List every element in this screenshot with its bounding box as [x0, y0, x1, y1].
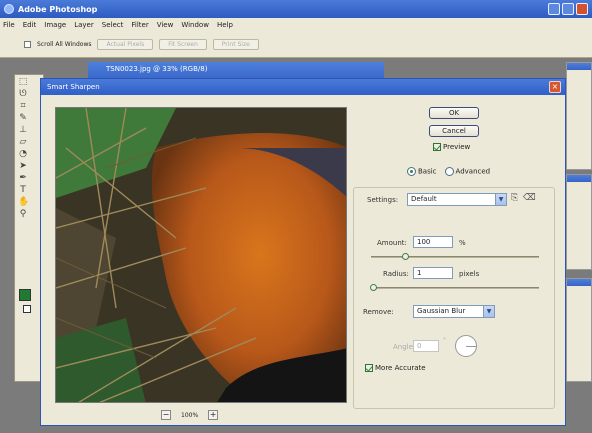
- dialog-close-button[interactable]: ×: [549, 81, 561, 93]
- chevron-down-icon: ▼: [483, 306, 494, 317]
- remove-label: Remove:: [363, 308, 394, 316]
- cancel-button[interactable]: Cancel: [429, 125, 479, 137]
- zoom-in-button[interactable]: +: [208, 410, 219, 420]
- app-titlebar: Adobe Photoshop: [0, 0, 592, 18]
- chevron-down-icon: ▼: [495, 194, 506, 205]
- delete-settings-icon[interactable]: ⌫: [523, 193, 536, 203]
- eraser-tool-icon[interactable]: ▱: [18, 137, 28, 147]
- preview-label: Preview: [443, 143, 471, 151]
- basic-option[interactable]: Basic: [407, 167, 437, 176]
- maximize-button[interactable]: [562, 3, 574, 15]
- close-button[interactable]: [576, 3, 588, 15]
- options-bar: Scroll All Windows Actual Pixels Fit Scr…: [0, 32, 592, 58]
- foreground-color-swatch[interactable]: [19, 289, 31, 301]
- photoshop-app-icon: [4, 4, 14, 14]
- path-tool-icon[interactable]: ➤: [18, 161, 28, 171]
- angle-dial: [455, 335, 477, 357]
- save-settings-icon[interactable]: ⎘: [511, 193, 518, 203]
- radius-slider-track[interactable]: [371, 287, 539, 289]
- scroll-all-label: Scroll All Windows: [37, 41, 92, 48]
- preview-photo: [56, 108, 346, 402]
- crop-tool-icon[interactable]: ⌗: [18, 101, 28, 111]
- panel-color[interactable]: [566, 174, 592, 270]
- remove-dropdown[interactable]: Gaussian Blur ▼: [413, 305, 495, 318]
- menu-edit[interactable]: Edit: [23, 21, 37, 29]
- scroll-all-checkbox[interactable]: [24, 41, 31, 48]
- degree-symbol-icon: °: [443, 337, 446, 344]
- amount-input[interactable]: 100: [413, 236, 453, 248]
- menu-bar: File Edit Image Layer Select Filter View…: [0, 18, 592, 32]
- marquee-tool-icon[interactable]: ⬚: [18, 77, 28, 87]
- stamp-tool-icon[interactable]: ⊥: [18, 125, 28, 135]
- fit-screen-button[interactable]: Fit Screen: [159, 39, 207, 50]
- smart-sharpen-dialog: Smart Sharpen × − 100% + OK Cancel Previ…: [40, 78, 566, 426]
- settings-label: Settings:: [367, 196, 399, 204]
- radius-label: Radius:: [383, 270, 409, 278]
- basic-label: Basic: [418, 167, 437, 176]
- more-accurate-option[interactable]: More Accurate: [365, 364, 426, 372]
- actual-pixels-button[interactable]: Actual Pixels: [97, 39, 154, 50]
- dialog-title: Smart Sharpen: [47, 83, 100, 91]
- advanced-label: Advanced: [455, 167, 491, 176]
- advanced-radio[interactable]: [444, 167, 454, 176]
- zoom-level: 100%: [181, 411, 199, 419]
- menu-view[interactable]: View: [157, 21, 174, 29]
- zoom-out-button[interactable]: −: [161, 410, 171, 420]
- panel-navigator[interactable]: [566, 62, 592, 170]
- preview-option[interactable]: Preview: [433, 143, 470, 151]
- menu-image[interactable]: Image: [44, 21, 66, 29]
- remove-value: Gaussian Blur: [417, 307, 466, 315]
- amount-slider-track[interactable]: [371, 256, 539, 258]
- right-panels: [566, 62, 592, 382]
- dialog-titlebar: Smart Sharpen: [41, 79, 565, 95]
- blur-tool-icon[interactable]: ◔: [18, 149, 28, 159]
- menu-file[interactable]: File: [3, 21, 15, 29]
- menu-filter[interactable]: Filter: [131, 21, 148, 29]
- ok-button[interactable]: OK: [429, 107, 479, 119]
- brush-tool-icon[interactable]: ✎: [18, 113, 28, 123]
- print-size-button[interactable]: Print Size: [212, 39, 259, 50]
- radius-input[interactable]: 1: [413, 267, 453, 279]
- settings-group: [353, 187, 555, 409]
- amount-slider-thumb[interactable]: [401, 253, 409, 260]
- angle-input: 0: [413, 340, 439, 352]
- photoshop-window: Adobe Photoshop File Edit Image Layer Se…: [0, 0, 592, 433]
- amount-label: Amount:: [377, 239, 407, 247]
- angle-label: Angle:: [393, 343, 416, 351]
- advanced-option[interactable]: Advanced: [444, 167, 491, 176]
- radius-slider-thumb[interactable]: [369, 284, 377, 291]
- basic-radio[interactable]: [407, 167, 416, 176]
- preview-checkbox[interactable]: [433, 143, 441, 151]
- document-title: TSN0023.jpg @ 33% (RGB/8): [106, 65, 208, 73]
- settings-value: Default: [411, 195, 437, 203]
- mode-radio-group: Basic Advanced: [407, 167, 490, 176]
- background-color-swatch[interactable]: [23, 305, 31, 313]
- lasso-tool-icon[interactable]: ᘎ: [18, 89, 28, 99]
- menu-select[interactable]: Select: [102, 21, 124, 29]
- minimize-button[interactable]: [548, 3, 560, 15]
- menu-help[interactable]: Help: [217, 21, 233, 29]
- radius-unit: pixels: [459, 270, 480, 278]
- zoom-tool-icon[interactable]: ⚲: [18, 209, 28, 219]
- panel-layers[interactable]: [566, 278, 592, 382]
- hand-tool-icon[interactable]: ✋: [18, 197, 29, 207]
- amount-unit: %: [459, 239, 466, 247]
- text-tool-icon[interactable]: T: [18, 185, 28, 195]
- pen-tool-icon[interactable]: ✒: [18, 173, 28, 183]
- more-accurate-checkbox[interactable]: [365, 364, 373, 372]
- app-title: Adobe Photoshop: [18, 4, 98, 14]
- settings-dropdown[interactable]: Default ▼: [407, 193, 507, 206]
- menu-layer[interactable]: Layer: [74, 21, 94, 29]
- preview-image[interactable]: [55, 107, 347, 403]
- more-accurate-label: More Accurate: [375, 364, 426, 372]
- menu-window[interactable]: Window: [181, 21, 209, 29]
- zoom-controls: − 100% +: [161, 410, 219, 420]
